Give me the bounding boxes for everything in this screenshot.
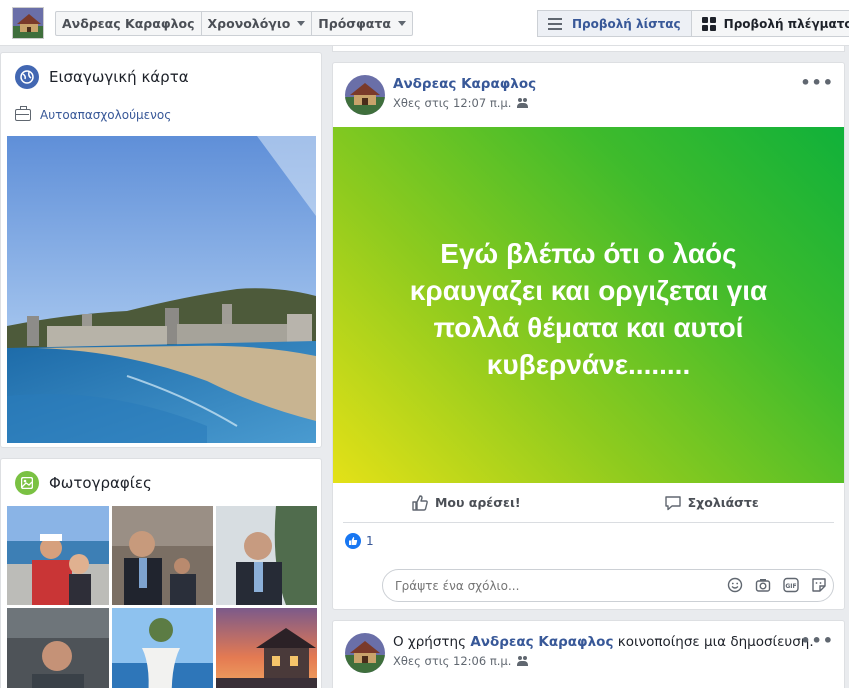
post-meta: Χθες στις 12:07 π.μ. (393, 96, 529, 110)
intro-title: Εισαγωγική κάρτα (49, 68, 189, 86)
comment-tools: GIF (715, 577, 827, 593)
intro-header: Εισαγωγική κάρτα (15, 65, 189, 89)
timeline-nav-group: Ανδρεας Καραφλος Χρονολόγιο Πρόσφατα (55, 11, 413, 36)
friends-audience-icon[interactable] (517, 98, 529, 108)
photo-thumbnail[interactable] (216, 608, 317, 688)
like-button[interactable]: Μου αρέσει! (343, 483, 589, 522)
recent-dropdown[interactable]: Πρόσφατα (312, 12, 412, 35)
photo-thumbnail[interactable] (216, 506, 317, 605)
timeline-dropdown[interactable]: Χρονολόγιο (202, 12, 313, 35)
work-label[interactable]: Αυτοαπασχολούμενος (40, 108, 171, 122)
more-options-icon[interactable]: ••• (800, 73, 834, 92)
shared-author-name[interactable]: Ανδρεας Καραφλος (470, 634, 613, 650)
camera-icon[interactable] (755, 577, 771, 593)
photos-header: Φωτογραφίες (15, 471, 152, 495)
photo-thumbnail[interactable] (7, 608, 109, 688)
timeline-label: Χρονολόγιο (207, 16, 291, 31)
like-reaction-icon (345, 533, 361, 549)
chevron-down-icon (297, 21, 306, 26)
list-icon (548, 18, 562, 30)
comment-button[interactable]: Σχολιάστε (589, 483, 835, 522)
gif-icon[interactable]: GIF (783, 577, 799, 593)
post-meta: Χθες στις 12:06 π.μ. (393, 654, 529, 668)
list-view-label: Προβολή λίστας (572, 16, 681, 31)
photo-thumbnail[interactable] (112, 608, 213, 688)
like-count: 1 (366, 534, 374, 548)
briefcase-icon (15, 106, 31, 121)
chevron-down-icon (397, 21, 406, 26)
svg-text:GIF: GIF (785, 583, 796, 590)
globe-icon (15, 65, 39, 89)
emoji-icon[interactable] (727, 577, 743, 593)
sticker-icon[interactable] (811, 577, 827, 593)
list-view-button[interactable]: Προβολή λίστας (537, 10, 692, 37)
view-toggle-group: Προβολή λίστας Προβολή πλέγματος (537, 10, 849, 37)
recent-label: Πρόσφατα (318, 16, 391, 31)
work-info: Αυτοαπασχολούμενος (15, 106, 171, 122)
more-options-icon[interactable]: ••• (800, 631, 834, 650)
shared-prefix: Ο χρήστης (393, 634, 467, 650)
thumbs-up-icon (412, 494, 428, 511)
like-label: Μου αρέσει! (434, 495, 521, 510)
post-timestamp[interactable]: Χθες στις 12:06 π.μ. (393, 654, 511, 668)
author-avatar[interactable] (345, 75, 385, 115)
comment-box: GIF (382, 569, 834, 602)
comment-label: Σχολιάστε (687, 495, 759, 510)
reactions-summary[interactable]: 1 (345, 533, 374, 549)
photo-icon (15, 471, 39, 495)
photo-thumbnail[interactable] (7, 506, 109, 605)
photos-card: Φωτογραφίες (0, 458, 322, 688)
grid-icon (701, 16, 716, 31)
author-avatar[interactable] (345, 633, 385, 673)
photo-grid (7, 506, 317, 688)
feed-top-edge (332, 46, 845, 52)
post-author-name[interactable]: Ανδρεας Καραφλος (393, 76, 536, 92)
post-timestamp[interactable]: Χθες στις 12:07 π.μ. (393, 96, 511, 110)
grid-view-button[interactable]: Προβολή πλέγματος (691, 10, 849, 37)
profile-thumbnail[interactable] (12, 7, 44, 39)
grid-view-label: Προβολή πλέγματος (723, 16, 849, 31)
profile-name-button[interactable]: Ανδρεας Καραφλος (56, 12, 202, 35)
post-actions: Μου αρέσει! Σχολιάστε (343, 483, 834, 523)
shared-post-card: Ο χρήστης Ανδρεας Καραφλος κοινοποίησε μ… (332, 620, 845, 688)
post-text-banner: Εγώ βλέπω ότι ο λαός κραυγαζει και οργιζ… (333, 127, 844, 483)
timeline-navbar: Ανδρεας Καραφλος Χρονολόγιο Πρόσφατα Προ… (0, 0, 849, 46)
photo-thumbnail[interactable] (112, 506, 213, 605)
featured-photo[interactable] (7, 136, 316, 443)
profile-name-label: Ανδρεας Καραφλος (62, 16, 195, 31)
friends-audience-icon[interactable] (517, 656, 529, 666)
shared-post-headline: Ο χρήστης Ανδρεας Καραφλος κοινοποίησε μ… (393, 634, 814, 650)
comment-icon (664, 495, 681, 510)
photos-title[interactable]: Φωτογραφίες (49, 474, 152, 492)
post-card: Ανδρεας Καραφλος Χθες στις 12:07 π.μ. ••… (332, 62, 845, 610)
post-text: Εγώ βλέπω ότι ο λαός κραυγαζει και οργιζ… (409, 238, 768, 380)
intro-card: Εισαγωγική κάρτα Αυτοαπασχολούμενος (0, 52, 322, 448)
comment-input[interactable] (395, 578, 695, 593)
shared-suffix: κοινοποίησε μια δημοσίευση. (617, 634, 814, 650)
